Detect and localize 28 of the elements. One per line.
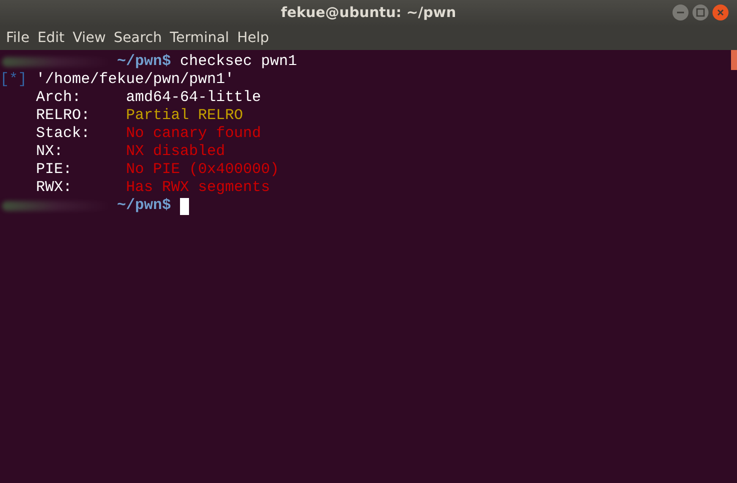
terminal-text: [*] <box>0 71 28 89</box>
terminal-text: NX disabled <box>126 143 226 161</box>
terminal-text: ~/pwn$ <box>117 197 172 215</box>
terminal-text: ~/pwn$ <box>117 53 172 71</box>
menu-item[interactable]: View <box>68 30 110 46</box>
menu-item[interactable]: Help <box>233 30 273 46</box>
terminal-text: Partial RELRO <box>126 107 244 125</box>
terminal-text: checksec pwn1 <box>179 53 298 71</box>
terminal-text: NX: <box>35 143 64 161</box>
scroll-bar[interactable] <box>731 50 737 70</box>
terminal-text: RWX: <box>35 179 74 197</box>
terminal-text: No PIE (0x400000) <box>126 161 280 179</box>
maximize-icon[interactable] <box>692 4 709 21</box>
menu-item[interactable]: Edit <box>33 30 69 46</box>
terminal-text: No canary found <box>126 125 262 143</box>
terminal-text: amd64-64-little <box>126 89 262 107</box>
menu-item[interactable]: Search <box>110 30 166 46</box>
menu-item[interactable]: File <box>2 30 34 46</box>
minimize-icon[interactable] <box>672 4 689 21</box>
terminal-text: Arch: <box>35 89 82 107</box>
menu-item[interactable]: Terminal <box>166 30 234 46</box>
terminal-text: Has RWX segments <box>126 179 270 197</box>
window-title: fekue@ubuntu: ~/pwn <box>280 5 456 21</box>
terminal-text: RELRO: <box>35 107 92 125</box>
terminal-text: PIE: <box>35 161 74 179</box>
terminal-text: '/home/fekue/pwn/pwn1' <box>35 71 234 89</box>
terminal-text: Stack: <box>35 125 92 143</box>
close-icon[interactable] <box>712 4 729 21</box>
